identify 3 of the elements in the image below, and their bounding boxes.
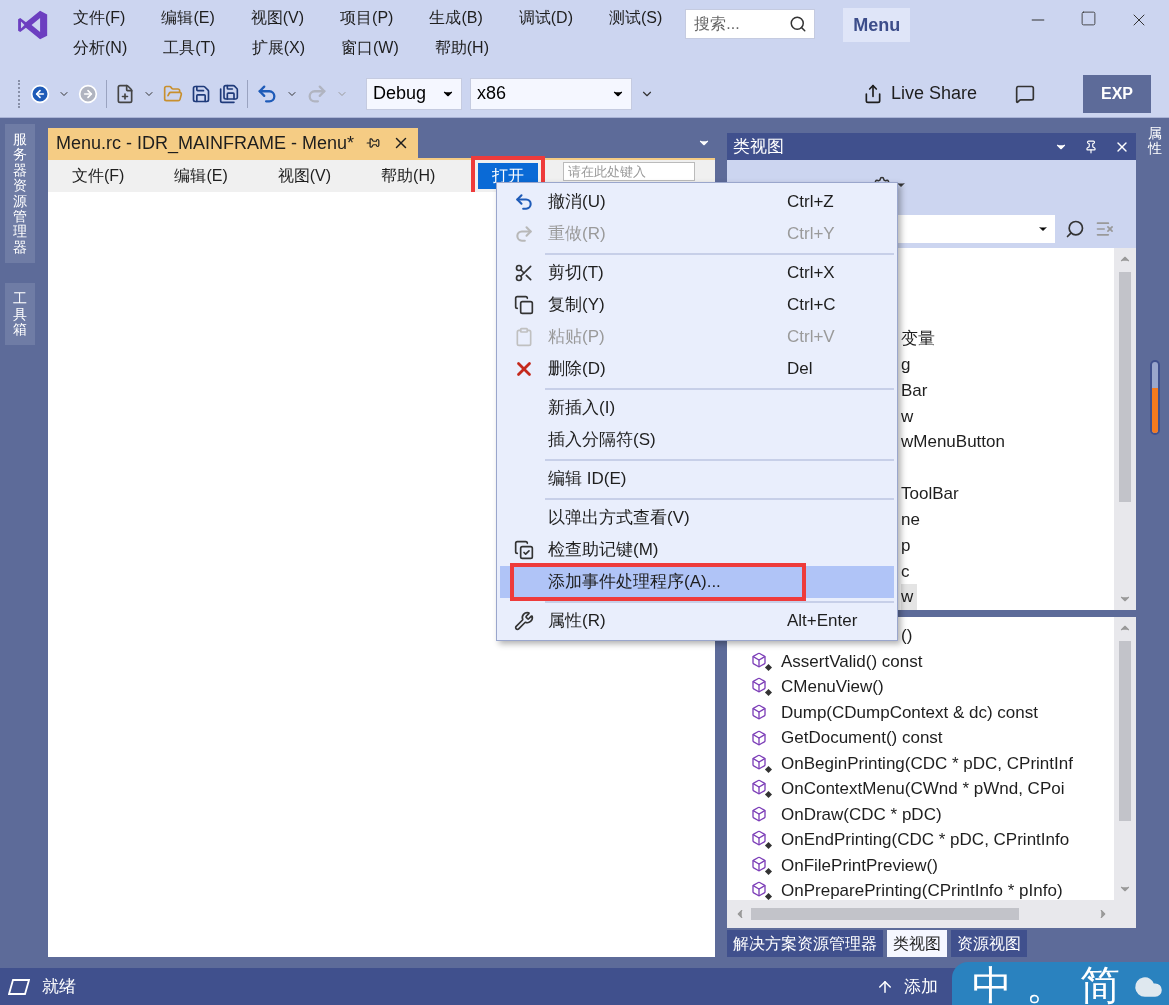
panel-title: 类视图 [733, 135, 784, 158]
solution-name: Menu [843, 8, 911, 42]
status-text: 就绪 [42, 975, 76, 998]
